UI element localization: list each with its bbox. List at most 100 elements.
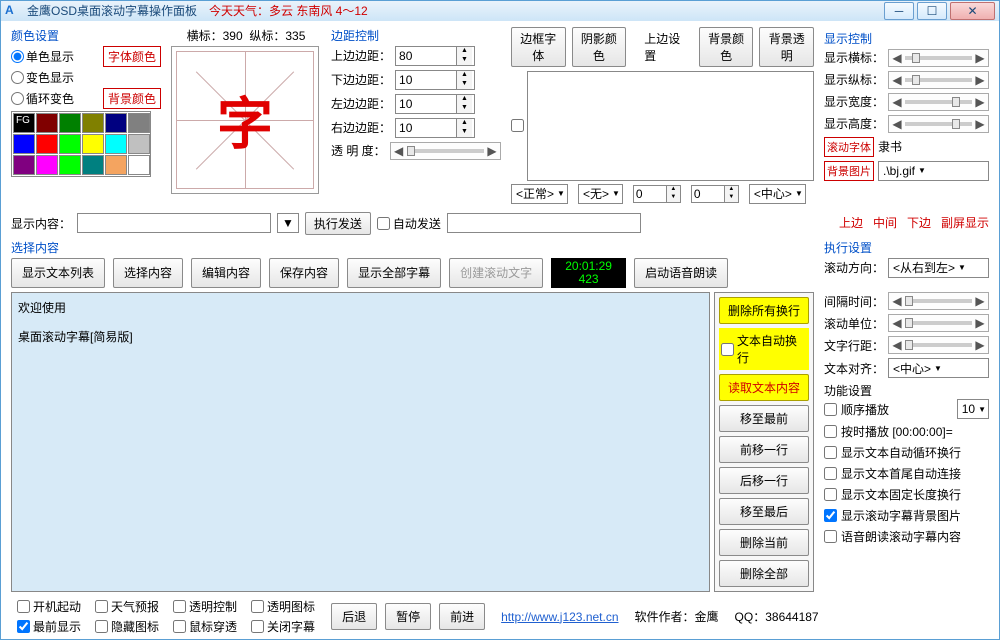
- display-slider-1[interactable]: ◀▶: [888, 71, 989, 89]
- minimize-button[interactable]: ─: [884, 2, 914, 20]
- create-scroll-text-button[interactable]: 创建滚动文字: [449, 258, 543, 288]
- content-input[interactable]: [77, 213, 271, 233]
- move-up-button[interactable]: 前移一行: [719, 436, 809, 463]
- color-swatch[interactable]: [105, 113, 127, 133]
- param1-spinner[interactable]: ▲▼: [633, 185, 681, 203]
- back-button[interactable]: 后退: [331, 603, 377, 630]
- bottom-cb[interactable]: [251, 600, 264, 613]
- display-slider-0[interactable]: ◀▶: [888, 49, 989, 67]
- bg-color-button-2[interactable]: 背景颜色: [699, 27, 754, 67]
- align-dropdown[interactable]: <中心>▼: [749, 184, 806, 204]
- text-input-1[interactable]: [527, 71, 814, 181]
- right-margin-spinner[interactable]: ▲▼: [395, 118, 475, 138]
- color-swatch[interactable]: [59, 134, 81, 154]
- color-swatch[interactable]: [105, 155, 127, 175]
- edit-content-button[interactable]: 编辑内容: [191, 258, 261, 288]
- bg-image-button[interactable]: 背景图片: [824, 161, 874, 181]
- bottom-cb[interactable]: [17, 600, 30, 613]
- color-swatch[interactable]: [82, 134, 104, 154]
- move-back-button[interactable]: 移至最后: [719, 498, 809, 525]
- interval-slider[interactable]: ◀▶: [888, 292, 989, 310]
- move-down-button[interactable]: 后移一行: [719, 467, 809, 494]
- opacity-slider[interactable]: ◀▶: [390, 142, 501, 160]
- cycle-color-radio[interactable]: [11, 92, 24, 105]
- tab-bottom[interactable]: 下边: [907, 214, 931, 231]
- seq-play-checkbox[interactable]: [824, 403, 837, 416]
- seq-play-dropdown[interactable]: 10▼: [957, 399, 989, 419]
- bottom-cb[interactable]: [95, 600, 108, 613]
- color-swatch[interactable]: [128, 113, 150, 133]
- show-all-subtitle-button[interactable]: 显示全部字幕: [347, 258, 441, 288]
- autowrap-checkbox[interactable]: [824, 446, 837, 459]
- color-swatch[interactable]: [128, 155, 150, 175]
- scroll-font-button[interactable]: 滚动字体: [824, 137, 874, 157]
- color-swatch[interactable]: [36, 155, 58, 175]
- left-margin-spinner[interactable]: ▲▼: [395, 94, 475, 114]
- delete-all-button[interactable]: 删除全部: [719, 560, 809, 587]
- tab-top[interactable]: 上边: [839, 214, 863, 231]
- website-link[interactable]: http://www.j123.net.cn: [501, 610, 618, 624]
- auto-wrap-checkbox[interactable]: [721, 343, 734, 356]
- display-slider-2[interactable]: ◀▶: [888, 93, 989, 111]
- content-dropdown-arrow[interactable]: ▼: [277, 213, 299, 233]
- bg-transparent-button[interactable]: 背景透明: [759, 27, 814, 67]
- bottom-cb[interactable]: [251, 620, 264, 633]
- delete-all-wrap-button[interactable]: 删除所有换行: [719, 297, 809, 324]
- bottom-margin-spinner[interactable]: ▲▼: [395, 70, 475, 90]
- color-swatch[interactable]: [105, 134, 127, 154]
- headtail-checkbox[interactable]: [824, 467, 837, 480]
- line-gap-slider[interactable]: ◀▶: [888, 336, 989, 354]
- auto-send-checkbox[interactable]: [377, 217, 390, 230]
- color-swatch[interactable]: [128, 134, 150, 154]
- shadow-color-button[interactable]: 阴影颜色: [572, 27, 627, 67]
- move-front-button[interactable]: 移至最前: [719, 405, 809, 432]
- color-swatch[interactable]: [36, 113, 58, 133]
- bottom-cb[interactable]: [95, 620, 108, 633]
- forward-button[interactable]: 前进: [439, 603, 485, 630]
- show-text-list-button[interactable]: 显示文本列表: [11, 258, 105, 288]
- color-swatch[interactable]: [13, 155, 35, 175]
- color-swatch[interactable]: [82, 113, 104, 133]
- color-swatch[interactable]: [13, 113, 35, 133]
- bottom-cb[interactable]: [173, 600, 186, 613]
- bottom-cb[interactable]: [173, 620, 186, 633]
- voice-read-checkbox[interactable]: [824, 530, 837, 543]
- timed-play-checkbox[interactable]: [824, 425, 837, 438]
- text-align-dropdown[interactable]: <中心>▼: [888, 358, 989, 378]
- cb-1[interactable]: [511, 119, 524, 132]
- select-content-button[interactable]: 选择内容: [113, 258, 183, 288]
- tab-secondary[interactable]: 副屏显示: [941, 214, 989, 231]
- scroll-direction-dropdown[interactable]: <从右到左>▼: [888, 258, 989, 278]
- save-content-button[interactable]: 保存内容: [269, 258, 339, 288]
- color-swatch[interactable]: [59, 155, 81, 175]
- auto-send-value[interactable]: [447, 213, 641, 233]
- start-voice-button[interactable]: 启动语音朗读: [634, 258, 728, 288]
- param2-spinner[interactable]: ▲▼: [691, 185, 739, 203]
- close-button[interactable]: ✕: [950, 2, 995, 20]
- font-color-button[interactable]: 字体颜色: [103, 46, 161, 67]
- bg-color-button[interactable]: 背景颜色: [103, 88, 161, 109]
- single-color-radio[interactable]: [11, 50, 24, 63]
- scroll-unit-slider[interactable]: ◀▶: [888, 314, 989, 332]
- effect-dropdown[interactable]: <无>▼: [578, 184, 623, 204]
- fixed-len-checkbox[interactable]: [824, 488, 837, 501]
- text-preview-panel[interactable]: 欢迎使用 桌面滚动字幕[简易版]: [11, 292, 710, 592]
- color-swatch[interactable]: [59, 113, 81, 133]
- border-font-button[interactable]: 边框字体: [511, 27, 566, 67]
- execute-send-button[interactable]: 执行发送: [305, 212, 371, 235]
- top-margin-spinner[interactable]: ▲▼: [395, 46, 475, 66]
- pause-button[interactable]: 暂停: [385, 603, 431, 630]
- show-bg-checkbox[interactable]: [824, 509, 837, 522]
- display-slider-3[interactable]: ◀▶: [888, 115, 989, 133]
- bg-image-dropdown[interactable]: .\bj.gif▼: [878, 161, 989, 181]
- style-dropdown[interactable]: <正常>▼: [511, 184, 568, 204]
- color-swatch[interactable]: [13, 134, 35, 154]
- read-text-button[interactable]: 读取文本内容: [719, 374, 809, 401]
- tab-middle[interactable]: 中间: [873, 214, 897, 231]
- bottom-cb[interactable]: [17, 620, 30, 633]
- char-preview[interactable]: 字: [171, 46, 319, 194]
- delete-current-button[interactable]: 删除当前: [719, 529, 809, 556]
- gradient-color-radio[interactable]: [11, 71, 24, 84]
- maximize-button[interactable]: ☐: [917, 2, 947, 20]
- color-swatch[interactable]: [36, 134, 58, 154]
